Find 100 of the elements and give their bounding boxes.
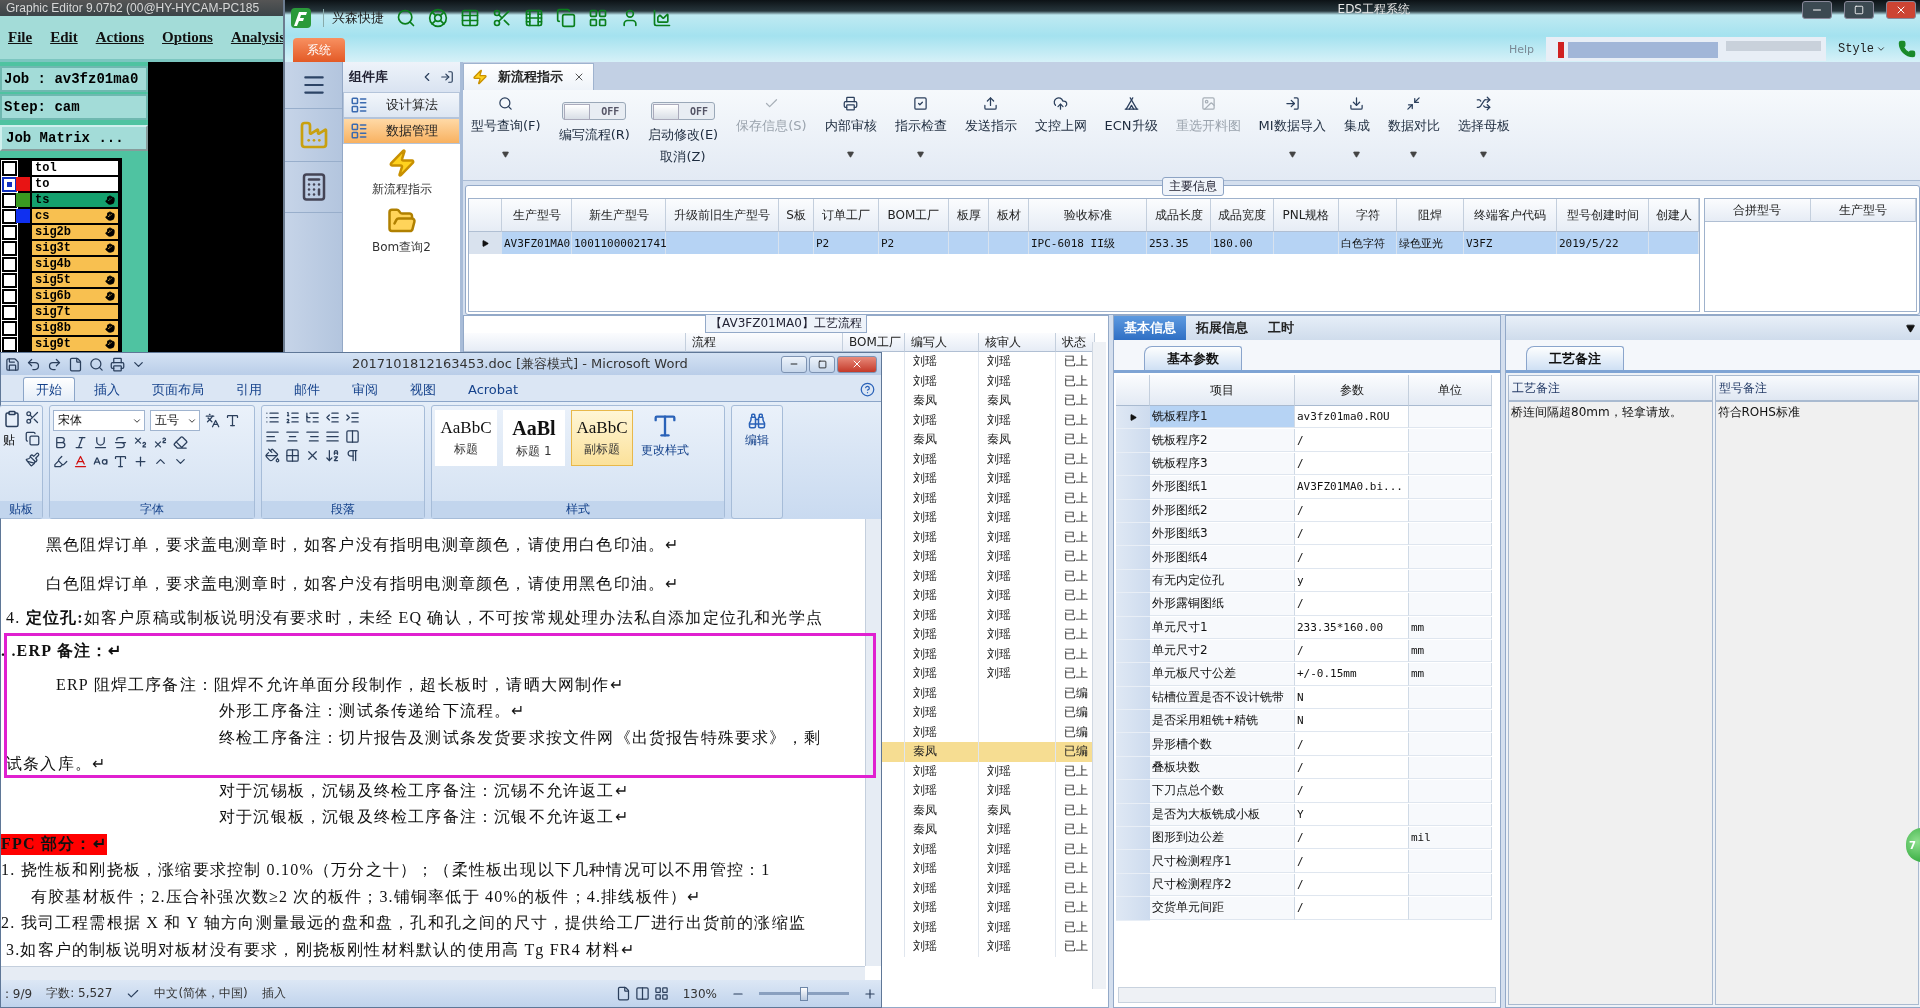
char-shading-icon[interactable] <box>113 454 128 469</box>
search-icon[interactable] <box>396 8 416 28</box>
menu-item[interactable]: Options <box>162 28 213 46</box>
layer-item[interactable]: sig5t <box>32 273 118 287</box>
nav-item[interactable]: 设计算法 <box>343 92 460 118</box>
column-header[interactable]: 生产型号 <box>502 199 572 232</box>
toolbar-button[interactable]: 指示检查 <box>894 92 947 178</box>
change-styles-button[interactable]: 更改样式 <box>639 410 691 461</box>
clipboard-icon[interactable] <box>3 410 21 428</box>
layer-checkbox[interactable] <box>2 160 17 176</box>
printer-icon[interactable] <box>110 356 125 372</box>
nav-item[interactable]: 数据管理 <box>343 118 460 144</box>
superscript-icon[interactable] <box>153 435 168 450</box>
column-header[interactable]: 成品长度 <box>1147 199 1211 232</box>
column-header[interactable]: 生产型号 <box>1810 199 1916 222</box>
lifebuoy-icon[interactable] <box>428 8 448 28</box>
text-box-icon[interactable] <box>225 413 240 428</box>
font-color-icon[interactable] <box>73 454 88 469</box>
close-button[interactable] <box>1886 1 1916 19</box>
tab[interactable]: 基本参数 <box>1144 346 1242 370</box>
layer-checkbox[interactable] <box>2 288 17 304</box>
layer-item[interactable]: sig8b <box>32 321 118 335</box>
shortcut-item[interactable]: Bom查询2 <box>343 202 460 260</box>
column-header[interactable]: 成品宽度 <box>1211 199 1274 232</box>
column-header[interactable]: 终端客户代码 <box>1464 199 1557 232</box>
toolbar-button[interactable]: 数据对比 <box>1387 92 1440 178</box>
layer-checkbox[interactable] <box>2 224 17 240</box>
borders-icon[interactable] <box>285 448 300 463</box>
toolbar-button[interactable]: 型号查询(F) <box>471 92 541 178</box>
ribbon-tab[interactable]: 视图 <box>397 377 449 401</box>
ribbon-tab[interactable]: 页面布局 <box>139 377 217 401</box>
indent-icon[interactable] <box>345 410 360 425</box>
layer-item[interactable]: sig2b <box>32 225 118 239</box>
scissors-icon[interactable] <box>25 410 40 425</box>
cancel-button[interactable]: 取消(Z) <box>660 148 706 166</box>
copy-icon[interactable] <box>556 8 576 28</box>
ribbon-tab[interactable]: 插入 <box>81 377 133 401</box>
grid-icon[interactable] <box>588 8 608 28</box>
align-right-icon[interactable] <box>305 429 320 444</box>
zoom-in-icon[interactable] <box>863 986 877 1001</box>
justify-icon[interactable] <box>325 429 340 444</box>
ribbon-tab[interactable]: 开始 <box>23 377 75 401</box>
table-icon[interactable] <box>460 8 480 28</box>
print-layout-icon[interactable] <box>615 986 631 1001</box>
bold-icon[interactable] <box>53 435 68 450</box>
layer-item[interactable]: sig9t <box>32 337 118 351</box>
sort-icon[interactable] <box>325 448 340 463</box>
close-icon[interactable] <box>573 71 585 83</box>
maximize-button[interactable] <box>1844 1 1874 19</box>
scissors-icon[interactable] <box>492 8 512 28</box>
column-header[interactable]: 型号创建时间 <box>1557 199 1649 232</box>
menu-item[interactable]: Actions <box>95 28 144 46</box>
style-item[interactable]: AaBl 标题 1 <box>503 410 565 466</box>
pin-icon[interactable] <box>440 70 454 84</box>
column-header[interactable]: 创建人 <box>1649 199 1699 232</box>
tab[interactable]: 工艺备注 <box>1526 346 1624 370</box>
column-header[interactable]: 状态 <box>1056 333 1095 352</box>
layer-item[interactable]: sig6b <box>32 289 118 303</box>
toolbar-button[interactable]: 发送指示 <box>964 92 1017 178</box>
column-header[interactable]: 验收标准 <box>1029 199 1147 232</box>
close-button[interactable] <box>837 355 877 373</box>
redo-icon[interactable] <box>47 356 62 372</box>
column-header[interactable]: 板材 <box>989 199 1029 232</box>
cross-icon[interactable] <box>305 448 320 463</box>
search-icon[interactable] <box>89 356 104 372</box>
ribbon-tab[interactable]: 审阅 <box>339 377 391 401</box>
maximize-button[interactable] <box>809 355 835 373</box>
minimize-button[interactable] <box>1802 1 1832 19</box>
font-size-field[interactable]: 五号 <box>150 410 200 431</box>
reading-icon[interactable] <box>634 986 650 1001</box>
layer-item[interactable]: sig7t <box>32 305 118 319</box>
column-header[interactable]: 阻焊 <box>1397 199 1464 232</box>
columns-icon[interactable] <box>345 429 360 444</box>
column-header[interactable]: S板 <box>779 199 814 232</box>
strikethrough-icon[interactable] <box>113 435 128 450</box>
shading-icon[interactable] <box>265 448 280 463</box>
tab[interactable]: 基本信息 <box>1114 316 1186 340</box>
layer-checkbox[interactable] <box>2 240 17 256</box>
layer-checkbox[interactable] <box>2 304 17 320</box>
layer-item[interactable]: sig4b <box>32 257 118 271</box>
font-name-field[interactable]: 宋体 <box>53 410 145 431</box>
subscript-icon[interactable] <box>133 435 148 450</box>
style-dropdown[interactable]: Style <box>1838 42 1886 56</box>
phone-icon[interactable] <box>1898 40 1916 58</box>
tab[interactable]: 工时 <box>1258 316 1304 340</box>
menu-item[interactable]: Analysis <box>230 28 286 46</box>
user-icon[interactable] <box>620 8 640 28</box>
toggle-switch[interactable]: OFF 启动修改(E) <box>647 102 719 144</box>
style-item[interactable]: AaBbC 副标题 <box>571 410 633 466</box>
toolbar-button[interactable]: 文控上网 <box>1034 92 1087 178</box>
column-header[interactable]: BOM工厂 <box>879 199 949 232</box>
film-icon[interactable] <box>524 8 544 28</box>
save-icon[interactable] <box>5 356 20 372</box>
web-layout-icon[interactable] <box>653 986 669 1001</box>
caret-icon[interactable] <box>1906 323 1915 333</box>
toggle-switch[interactable]: OFF 编写流程(R) <box>558 102 630 144</box>
column-header[interactable]: 字符 <box>1339 199 1397 232</box>
layer-item[interactable]: sig3t <box>32 241 118 255</box>
toolbar-button[interactable]: 集成 <box>1343 92 1370 178</box>
layer-checkbox[interactable] <box>2 336 17 352</box>
